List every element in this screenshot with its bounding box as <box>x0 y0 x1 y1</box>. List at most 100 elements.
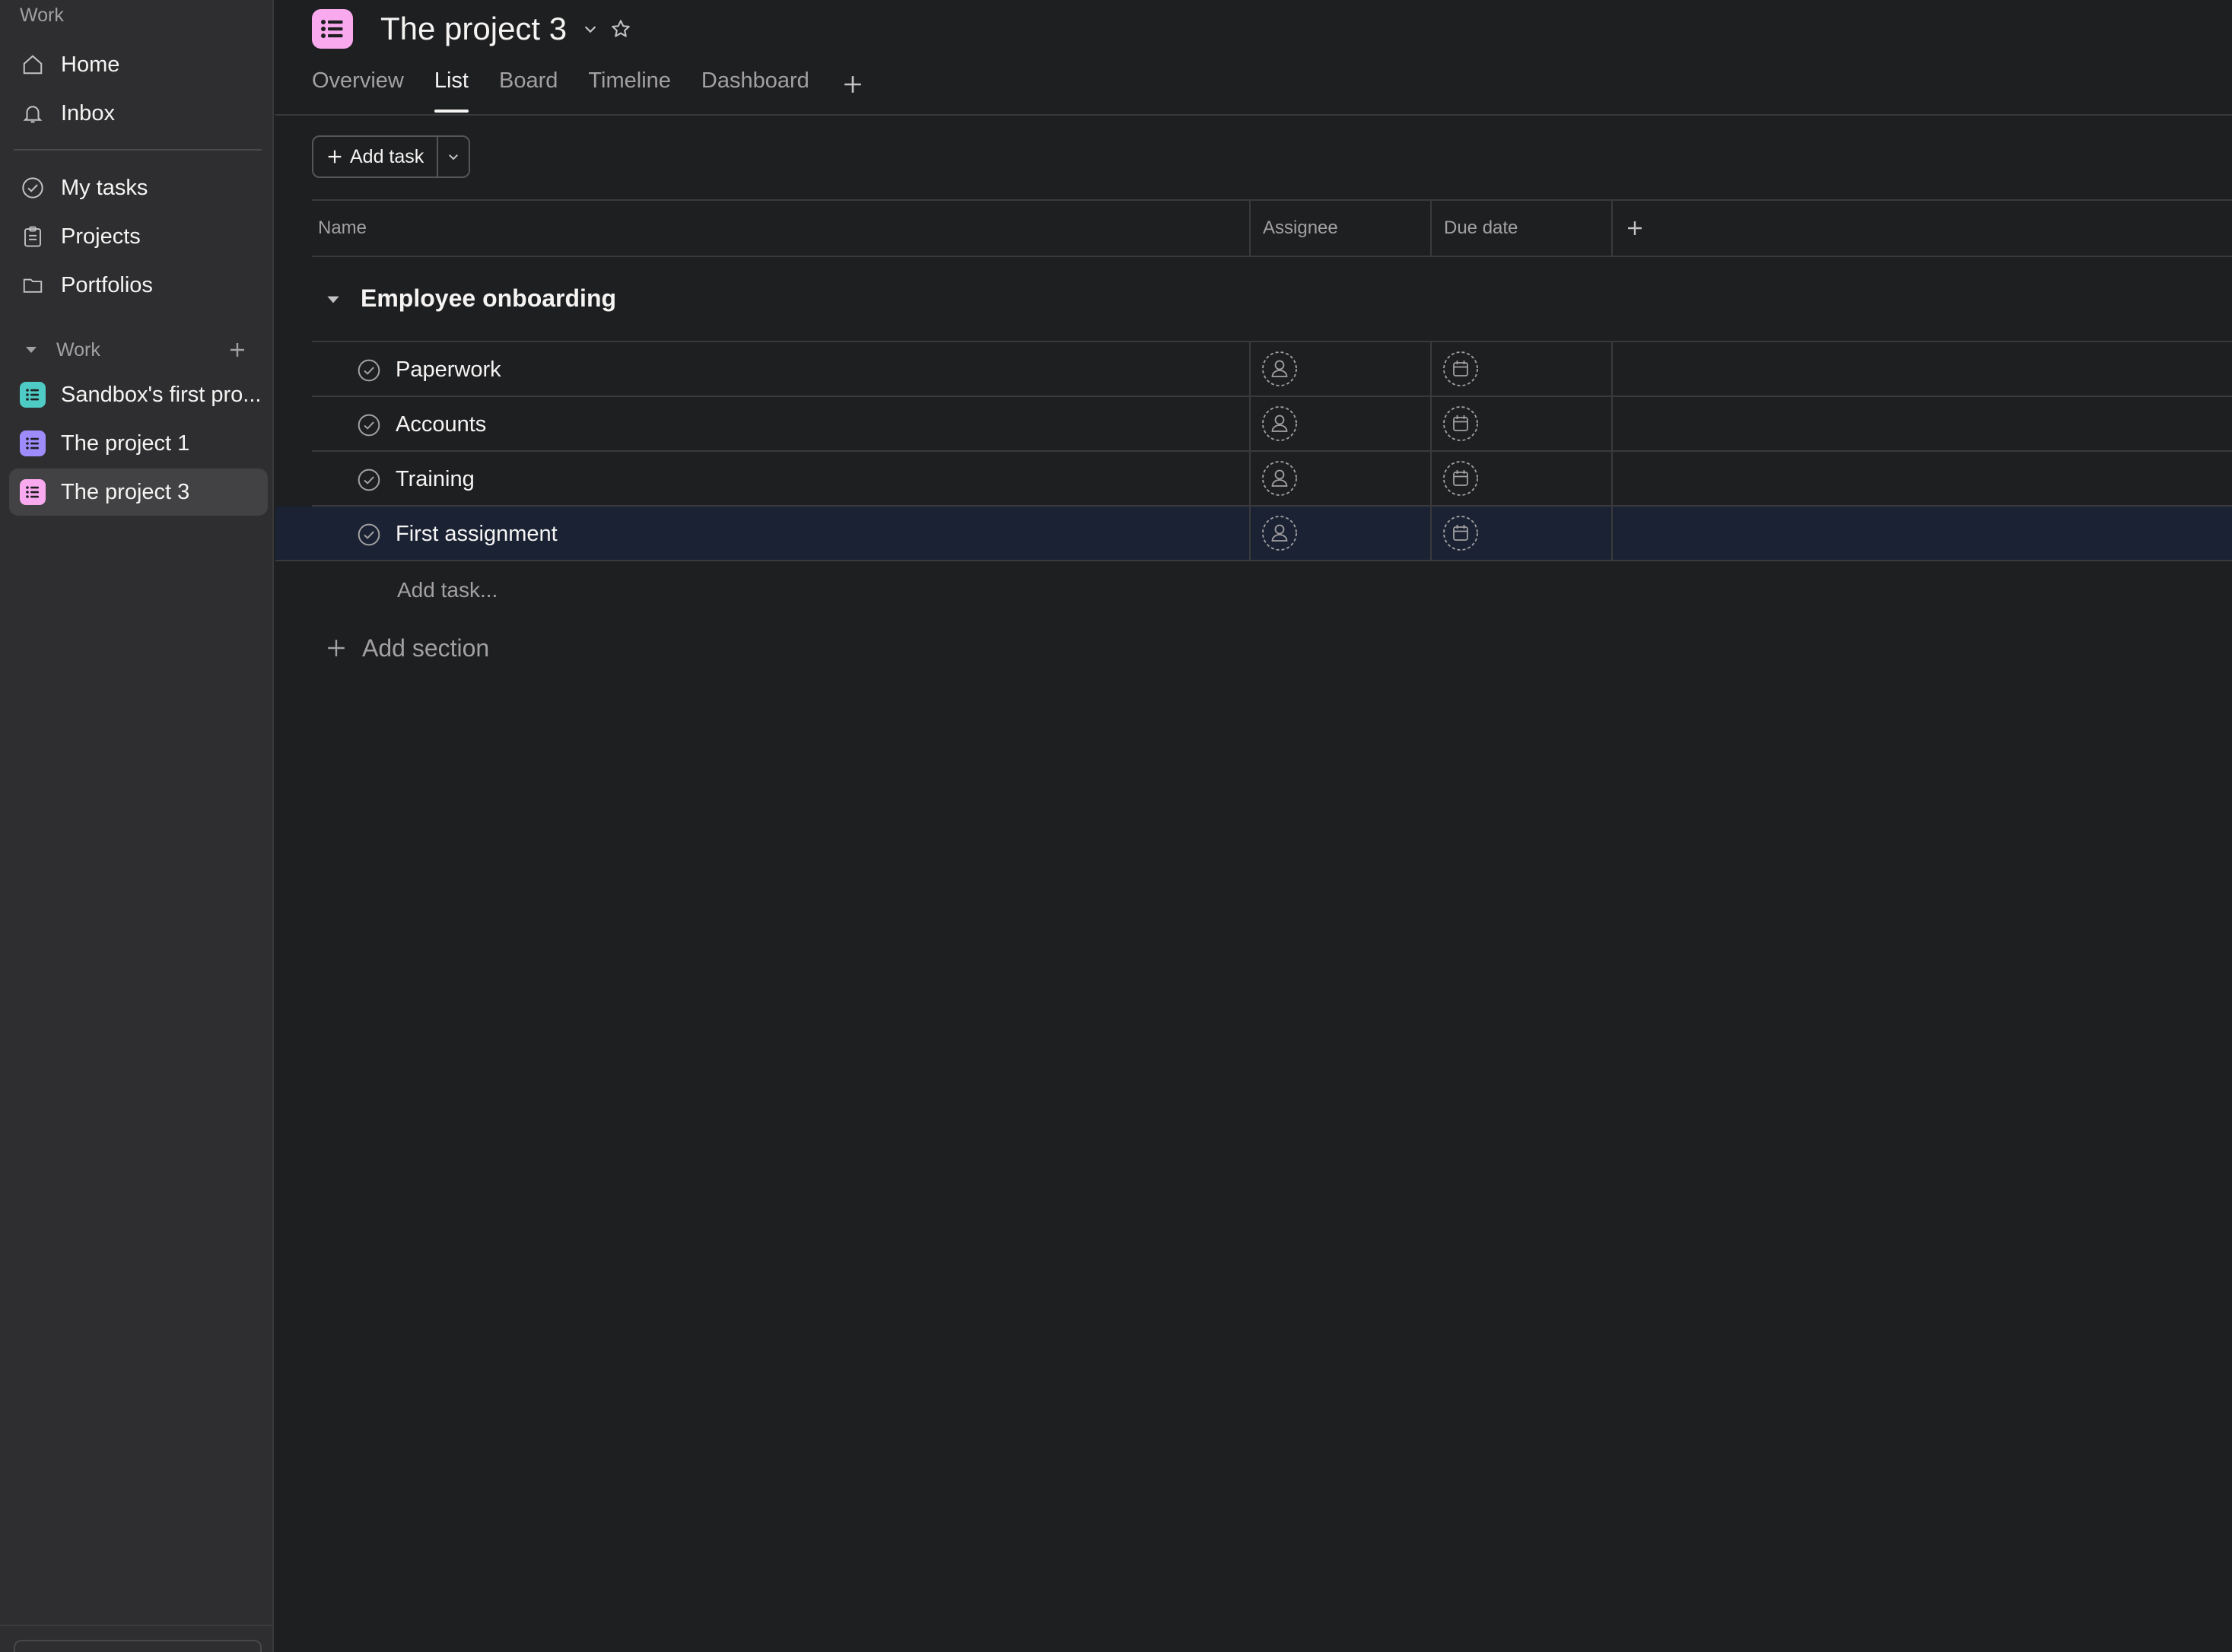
add-section-label: Add section <box>362 634 490 662</box>
project-chip-wrap <box>20 430 46 456</box>
assignee-cell <box>1249 452 1430 505</box>
sidebar-item-projects[interactable]: Projects <box>9 213 268 260</box>
assignee-avatar-icon[interactable] <box>1261 460 1298 497</box>
project-chip-wrap <box>20 479 46 505</box>
list-icon <box>20 430 46 456</box>
tab-dashboard[interactable]: Dashboard <box>701 68 809 113</box>
add-task-label: Add task <box>350 145 424 167</box>
table-header: Name Assignee Due date <box>312 199 2232 257</box>
sidebar-item-home[interactable]: Home <box>9 41 268 88</box>
assignee-avatar-icon[interactable] <box>1261 405 1298 442</box>
column-header-due-date[interactable]: Due date <box>1430 201 1611 256</box>
task-name[interactable]: Paperwork <box>396 357 501 383</box>
due-date-cell <box>1430 342 1611 396</box>
sidebar-project-label: The project 3 <box>61 479 190 504</box>
check-circle-icon <box>20 175 46 201</box>
add-column-plus-icon[interactable] <box>1611 201 1657 256</box>
add-task-button[interactable]: Add task <box>313 137 438 176</box>
sidebar-section-label: Work <box>56 338 100 361</box>
add-task-inline-input[interactable]: Add task... <box>397 578 498 602</box>
sidebar-section-work: Work <box>9 333 268 367</box>
task-row[interactable]: Training <box>312 452 2232 507</box>
sidebar-item-label: My tasks <box>61 175 148 200</box>
add-task-dropdown-button[interactable] <box>438 137 469 176</box>
section-title[interactable]: Employee onboarding <box>361 284 616 313</box>
star-icon[interactable] <box>607 15 634 43</box>
assignee-cell <box>1249 397 1430 450</box>
complete-task-check-icon[interactable] <box>356 522 382 548</box>
chevron-down-icon <box>449 154 458 160</box>
plus-icon <box>324 636 348 660</box>
calendar-icon[interactable] <box>1442 405 1479 442</box>
tab-timeline[interactable]: Timeline <box>588 68 671 113</box>
sidebar-top-label: Work <box>20 5 64 26</box>
task-row[interactable]: First assignment <box>275 507 2232 561</box>
list-icon <box>20 479 46 505</box>
bell-icon <box>20 100 46 126</box>
task-name[interactable]: First assignment <box>396 522 558 547</box>
extra-cell <box>1611 342 1657 396</box>
sidebar-project-label: Sandbox's first pro... <box>61 382 262 407</box>
add-task-inline-row[interactable]: Add task... <box>312 561 2232 616</box>
assignee-avatar-icon[interactable] <box>1261 515 1298 551</box>
view-tabs: Overview List Board Timeline Dashboard <box>312 68 866 113</box>
extra-cell <box>1611 397 1657 450</box>
sidebar: Work Home Inbox My tasks Projects Portfo… <box>0 0 274 1652</box>
due-date-cell <box>1430 452 1611 505</box>
sidebar-item-label: Projects <box>61 224 141 249</box>
assignee-cell <box>1249 507 1430 560</box>
clipboard-icon <box>20 224 46 249</box>
due-date-cell <box>1430 507 1611 560</box>
project-chip-wrap <box>20 382 46 408</box>
extra-cell <box>1611 507 1657 560</box>
section-header: Employee onboarding <box>312 257 2232 342</box>
add-section-button[interactable]: Add section <box>312 616 2232 680</box>
sidebar-item-portfolios[interactable]: Portfolios <box>9 262 268 309</box>
sidebar-footer-button[interactable] <box>14 1640 262 1652</box>
sidebar-footer <box>0 1625 274 1652</box>
sidebar-project-the-project-3[interactable]: The project 3 <box>9 469 268 516</box>
tab-overview[interactable]: Overview <box>312 68 404 113</box>
add-task-split-button: Add task <box>312 135 470 178</box>
complete-task-check-icon[interactable] <box>356 467 382 493</box>
calendar-icon[interactable] <box>1442 460 1479 497</box>
folder-icon <box>20 272 46 298</box>
add-project-plus-icon[interactable] <box>227 339 248 361</box>
task-name[interactable]: Accounts <box>396 412 486 437</box>
column-header-assignee[interactable]: Assignee <box>1249 201 1430 256</box>
column-header-name[interactable]: Name <box>312 201 1249 256</box>
plus-icon <box>328 150 342 164</box>
sidebar-item-label: Inbox <box>61 100 115 125</box>
extra-cell <box>1611 452 1657 505</box>
sidebar-project-the-project-1[interactable]: The project 1 <box>9 420 268 467</box>
complete-task-check-icon[interactable] <box>356 412 382 438</box>
calendar-icon[interactable] <box>1442 351 1479 387</box>
tab-board[interactable]: Board <box>499 68 558 113</box>
sidebar-item-inbox[interactable]: Inbox <box>9 90 268 137</box>
assignee-cell <box>1249 342 1430 396</box>
calendar-icon[interactable] <box>1442 515 1479 551</box>
sidebar-item-label: Portfolios <box>61 272 153 297</box>
task-name[interactable]: Training <box>396 467 475 492</box>
tab-list[interactable]: List <box>434 68 469 113</box>
sidebar-project-label: The project 1 <box>61 430 190 456</box>
add-tab-plus-icon[interactable] <box>840 71 866 97</box>
assignee-avatar-icon[interactable] <box>1261 351 1298 387</box>
task-row[interactable]: Accounts <box>312 397 2232 452</box>
list-icon <box>20 382 46 408</box>
sidebar-item-label: Home <box>61 52 120 77</box>
caret-down-icon[interactable] <box>323 289 344 310</box>
chevron-down-icon[interactable] <box>578 17 603 41</box>
complete-task-check-icon[interactable] <box>356 357 382 383</box>
project-header: The project 3 Overview List Board Timeli… <box>275 0 2232 116</box>
sidebar-item-my-tasks[interactable]: My tasks <box>9 164 268 211</box>
caret-down-icon[interactable] <box>23 342 40 358</box>
project-list-icon[interactable] <box>312 9 353 49</box>
sidebar-divider <box>14 149 262 151</box>
task-list-table: Name Assignee Due date Employee onboardi… <box>275 199 2232 680</box>
task-row[interactable]: Paperwork <box>312 342 2232 397</box>
sidebar-project-sandbox[interactable]: Sandbox's first pro... <box>9 371 268 418</box>
home-icon <box>20 52 46 78</box>
page-title[interactable]: The project 3 <box>380 11 567 47</box>
due-date-cell <box>1430 397 1611 450</box>
